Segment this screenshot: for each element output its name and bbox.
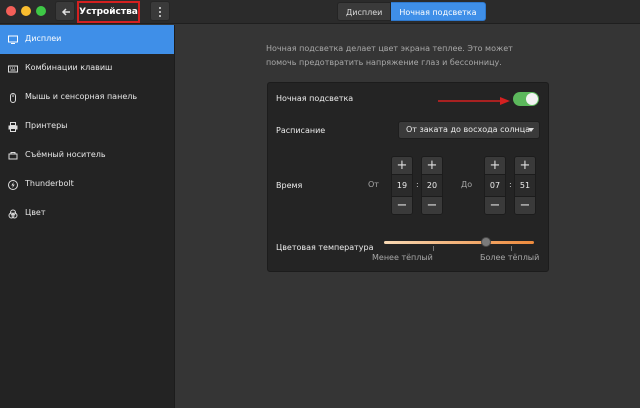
sidebar-item-thunderbolt[interactable]: Thunderbolt — [0, 170, 174, 199]
slider-tick — [433, 246, 434, 251]
from-minute-value[interactable]: 20 — [422, 176, 442, 196]
color-temperature-label: Цветовая температура — [276, 243, 374, 252]
schedule-label: Расписание — [276, 126, 326, 135]
maximize-window-button[interactable] — [36, 6, 46, 16]
keyboard-icon — [8, 65, 18, 73]
decrement-button[interactable]: − — [422, 196, 442, 214]
to-label: До — [461, 180, 473, 189]
sidebar-item-displays[interactable]: Дисплеи — [0, 25, 174, 54]
arrow-left-icon — [61, 8, 70, 16]
from-label: От — [368, 180, 379, 189]
window-title: Устройства — [77, 1, 140, 23]
minimize-window-button[interactable] — [21, 6, 31, 16]
increment-button[interactable]: + — [392, 157, 412, 175]
night-light-description: Ночная подсветка делает цвет экрана тепл… — [266, 44, 513, 67]
menu-button[interactable] — [150, 1, 170, 21]
to-hour-value[interactable]: 07 — [485, 176, 505, 196]
color-temperature-slider[interactable] — [384, 241, 534, 244]
slider-tick — [511, 246, 512, 251]
slider-handle[interactable] — [481, 237, 491, 247]
to-minute-spinner[interactable]: + 51 − — [514, 156, 536, 215]
schedule-value: От заката до восхода солнца — [406, 125, 531, 134]
tab-night-light[interactable]: Ночная подсветка — [391, 2, 486, 21]
menu-dots-icon — [159, 7, 161, 9]
from-minute-spinner[interactable]: + 20 − — [421, 156, 443, 215]
sidebar-item-label: Комбинации клавиш — [25, 63, 113, 72]
increment-button[interactable]: + — [515, 157, 535, 175]
sidebar-item-label: Thunderbolt — [25, 179, 74, 188]
annotation-arrow-icon — [438, 97, 510, 105]
color-icon — [8, 209, 18, 219]
sidebar-item-label: Мышь и сенсорная панель — [25, 92, 138, 101]
night-light-switch[interactable] — [513, 92, 539, 106]
time-label: Время — [276, 181, 303, 190]
sidebar: Дисплеи Комбинации клавиш Мышь и сенсорн… — [0, 25, 175, 408]
decrement-button[interactable]: − — [485, 196, 505, 214]
printer-icon — [8, 122, 18, 132]
more-warm-label: Более тёплый — [480, 253, 540, 262]
tab-displays[interactable]: Дисплеи — [337, 2, 392, 21]
removable-media-icon — [8, 152, 18, 160]
increment-button[interactable]: + — [485, 157, 505, 175]
decrement-button[interactable]: − — [392, 196, 412, 214]
less-warm-label: Менее тёплый — [372, 253, 433, 262]
switch-knob — [526, 93, 538, 105]
sidebar-item-printers[interactable]: Принтеры — [0, 112, 174, 141]
thunderbolt-icon — [8, 180, 18, 190]
from-hour-value[interactable]: 19 — [392, 176, 412, 196]
chevron-down-icon — [528, 128, 534, 132]
to-hour-spinner[interactable]: + 07 − — [484, 156, 506, 215]
close-window-button[interactable] — [6, 6, 16, 16]
sidebar-item-label: Съёмный носитель — [25, 150, 106, 159]
mouse-icon — [10, 93, 16, 103]
sidebar-item-label: Дисплеи — [25, 34, 62, 43]
sidebar-item-removable-media[interactable]: Съёмный носитель — [0, 141, 174, 170]
from-hour-spinner[interactable]: + 19 − — [391, 156, 413, 215]
night-light-settings-panel: Ночная подсветка Расписание От заката до… — [267, 82, 549, 272]
schedule-dropdown[interactable]: От заката до восхода солнца — [398, 121, 540, 139]
sidebar-item-label: Цвет — [25, 208, 46, 217]
night-light-label: Ночная подсветка — [276, 94, 354, 103]
to-minute-value[interactable]: 51 — [515, 176, 535, 196]
time-separator: : — [509, 180, 512, 189]
sidebar-item-mouse-touchpad[interactable]: Мышь и сенсорная панель — [0, 83, 174, 112]
decrement-button[interactable]: − — [515, 196, 535, 214]
header-bar: Устройства Дисплеи Ночная подсветка — [0, 0, 640, 24]
sidebar-item-label: Принтеры — [25, 121, 68, 130]
time-separator: : — [416, 180, 419, 189]
display-icon — [8, 35, 18, 44]
view-switcher: Дисплеи Ночная подсветка — [337, 2, 486, 21]
increment-button[interactable]: + — [422, 157, 442, 175]
back-button[interactable] — [55, 1, 75, 21]
sidebar-item-color[interactable]: Цвет — [0, 199, 174, 228]
sidebar-item-keyboard-shortcuts[interactable]: Комбинации клавиш — [0, 54, 174, 83]
